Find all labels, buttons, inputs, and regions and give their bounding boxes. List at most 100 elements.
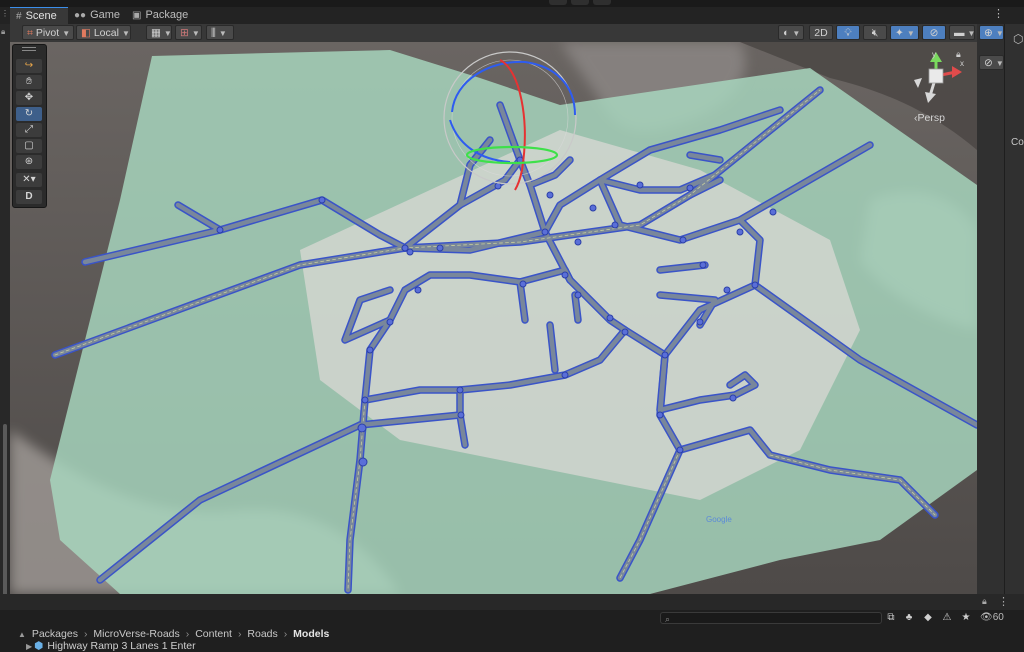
camera-icon: ▬ [954,27,965,39]
filter-label-icon[interactable]: ◆ [922,611,934,625]
gamepad-icon: ●● [74,10,87,21]
left-edge-strip: ⋮ 🔒︎ [0,10,10,609]
effects-icon: ✦ [895,27,904,39]
local-label: Local [93,27,119,39]
visibility-counter[interactable]: 👁︎60 [980,611,1004,625]
lock-icon[interactable]: 🔒︎ [1,28,9,36]
panel-menu-icon[interactable]: ⋮ [998,595,1009,608]
map-watermark: Google [706,515,732,524]
x-axis-label: x [960,59,964,68]
breadcrumb-models[interactable]: Models [293,628,329,640]
persp-text: Persp [917,112,945,124]
tab-bar: #Scene ●●Game ▣Package Manager [0,7,1024,38]
chevron-down-icon: ▼ [218,29,227,38]
gizmos-dropdown[interactable]: ⊕ ▼ [979,25,1004,40]
window-top-bar [0,0,1024,7]
move-icon[interactable]: ✥ [16,91,42,105]
breadcrumb-roads[interactable]: Roads [247,628,277,640]
panel-lock-icon[interactable]: 🔒︎ [982,596,987,607]
pane-options-icon[interactable]: ⋮ [1,10,9,18]
camera-dropdown[interactable]: ▬ ▼ [949,25,975,40]
custom-tools-icon[interactable]: ✕▾ [16,173,42,187]
rect-icon[interactable]: ▢ [16,139,42,153]
road-spline-tool-icon[interactable]: ↪ [16,59,42,73]
asset-name: Highway Ramp 3 Lanes 1 Enter [47,640,196,652]
align-icon: ⫼ [211,27,216,39]
package-icon: ▣ [132,10,142,21]
transform-icon[interactable]: ⊛ [16,155,42,169]
project-panel: 🔒︎ ⋮ ⌕ ⧉ ♣ ◆ ⚠ ★ 👁︎60 ▲ Packages › MicroV… [0,594,1024,652]
pivot-dropdown[interactable]: ⌗ Pivot ▼ [22,25,74,40]
inspector-partial-label: Co [1011,137,1024,148]
scale-icon[interactable]: ⤢ [16,123,42,137]
gizmo-lock-icon[interactable]: 🔒︎ [956,49,961,59]
hand-icon[interactable]: ✋︎ [16,75,42,89]
scene-visibility-toggle[interactable]: ⊘ [922,25,946,40]
left-scrollbar[interactable] [3,424,7,609]
asset-list-item[interactable]: ▶ ⬢ Highway Ramp 3 Lanes 1 Enter [26,641,196,652]
save-search-icon[interactable]: ⧉ [885,611,897,625]
more-options-icon[interactable]: ⋮ [993,7,1004,20]
overlay-icon: ⊘ [984,57,993,69]
filter-type-icon[interactable]: ♣ [903,611,915,625]
warning-icon[interactable]: ⚠ [941,611,953,625]
scene-viewport[interactable]: Google y x 🔒︎ [10,42,977,594]
rotate-icon[interactable]: ↻ [16,107,42,121]
speaker-mute-icon: 🔇︎ [871,27,879,39]
chevron-right-icon: › [185,628,190,640]
prefab-cube-icon: ⬢ [34,640,44,652]
gizmo-center-cube[interactable] [928,68,944,84]
chevron-down-icon: ▼ [995,59,1004,68]
tools-overlay: ↪ ✋︎ ✥ ↻ ⤢ ▢ ⊛ ✕▾ D [12,44,47,208]
breadcrumb-packages[interactable]: Packages [32,628,78,640]
lighting-toggle[interactable]: 💡︎ [836,25,860,40]
search-icon: ⌕ [665,614,671,624]
tab-package-manager[interactable]: ▣Package Manager [126,7,230,38]
favorite-star-icon[interactable]: ★ [960,611,972,625]
inspector-cube-icon: ⬡ [1013,32,1024,46]
chevron-down-icon: ▼ [62,29,71,38]
chevron-down-icon: ▼ [967,29,976,38]
effects-dropdown[interactable]: ✦ ▼ [890,25,919,40]
debug-tool-button[interactable]: D [16,190,42,204]
chevron-down-icon: ▼ [906,29,915,38]
chevron-right-icon: › [237,628,242,640]
lightbulb-icon: 💡︎ [844,27,852,39]
increment-snap-dropdown[interactable]: ⊞ ▼ [175,25,202,40]
local-space-icon: ◧ [81,27,91,39]
overlay-menu-dropdown[interactable]: ⊘ ▼ [979,55,1004,70]
grid-icon: # [16,11,22,22]
y-axis-label: y [932,50,936,59]
panel-divider[interactable] [1004,24,1005,594]
project-search-input[interactable]: ⌕ [660,612,882,624]
step-button[interactable] [593,0,611,5]
pivot-label: Pivot [35,27,60,39]
expand-arrow-icon[interactable]: ▶ [26,642,32,651]
visible-count-text: 60 [992,612,1004,623]
camera-mode-label[interactable]: ‹Persp [914,112,945,124]
local-dropdown[interactable]: ◧ Local ▼ [76,25,131,40]
chevron-right-icon: › [283,628,288,640]
breadcrumb-microverse-roads[interactable]: MicroVerse-Roads [93,628,179,640]
tab-game[interactable]: ●● Game [68,7,124,24]
grid-snap-dropdown[interactable]: ▦ ▼ [146,25,172,40]
toggle-2d-button[interactable]: 2D [809,25,833,40]
breadcrumb-collapse-icon[interactable]: ▲ [18,630,26,639]
tab-game-label: Game [90,9,121,21]
toggle-2d-label: 2D [814,27,828,39]
align-dropdown[interactable]: ⫼ ▼ [206,25,234,40]
increment-snap-icon: ⊞ [180,27,189,39]
eye-slash-icon: ⊘ [929,27,939,39]
play-button[interactable] [549,0,567,5]
debug-label: D [25,191,33,202]
chevron-down-icon: ▼ [121,29,130,38]
chevron-down-icon: ▼ [995,29,1004,38]
pivot-icon: ⌗ [27,27,33,39]
breadcrumb-content[interactable]: Content [195,628,232,640]
draw-mode-dropdown[interactable]: ◐ ▼ [778,25,804,40]
project-toolbar: 🔒︎ ⋮ [0,594,1024,610]
tab-scene[interactable]: # Scene [10,7,68,24]
audio-toggle[interactable]: 🔇︎ [863,25,887,40]
pause-button[interactable] [571,0,589,5]
overlay-drag-handle[interactable] [22,47,36,51]
